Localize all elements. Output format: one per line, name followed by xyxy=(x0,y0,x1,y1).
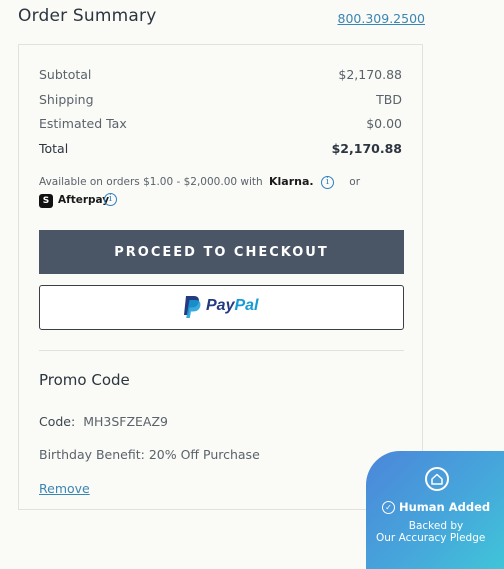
tax-value: $0.00 xyxy=(366,116,402,131)
subtotal-row: Subtotal $2,170.88 xyxy=(39,67,402,85)
subtotal-label: Subtotal xyxy=(39,67,92,82)
total-value: $2,170.88 xyxy=(331,141,402,156)
remove-promo-link[interactable]: Remove xyxy=(39,481,90,496)
paypal-icon xyxy=(184,296,201,318)
tax-label: Estimated Tax xyxy=(39,116,127,131)
badge-subtitle: Backed by xyxy=(408,520,464,532)
order-summary-header: Order Summary 800.309.2500 xyxy=(18,6,425,30)
financing-text: Available on orders $1.00 - $2,000.00 wi… xyxy=(39,176,263,188)
afterpay-info-icon[interactable]: i xyxy=(104,193,117,206)
paypal-wordmark: PayPal xyxy=(206,297,258,315)
shipping-row: Shipping TBD xyxy=(39,92,402,110)
paypal-pal-text: Pal xyxy=(234,297,259,314)
shipping-value: TBD xyxy=(376,92,402,107)
promo-benefit: Birthday Benefit: 20% Off Purchase xyxy=(39,447,260,462)
order-summary-card: Subtotal $2,170.88 Shipping TBD Estimate… xyxy=(18,44,423,510)
tax-row: Estimated Tax $0.00 xyxy=(39,116,402,134)
shipping-label: Shipping xyxy=(39,92,94,107)
divider xyxy=(39,350,404,351)
promo-code-title: Promo Code xyxy=(39,371,130,389)
page-title: Order Summary xyxy=(18,6,157,26)
paypal-button[interactable]: PayPal xyxy=(39,285,404,330)
proceed-to-checkout-button[interactable]: PROCEED TO CHECKOUT xyxy=(39,230,404,274)
klarna-logo: Klarna. xyxy=(269,175,314,188)
promo-code-line: Code: MH3SFZEAZ9 xyxy=(39,414,168,429)
check-icon: ✓ xyxy=(382,501,395,514)
afterpay-label: Afterpay xyxy=(58,194,110,206)
financing-or: or xyxy=(349,176,361,188)
house-icon xyxy=(425,467,449,491)
klarna-info-icon[interactable]: i xyxy=(320,175,334,189)
human-added-badge[interactable]: ✓ Human Added Backed by Our Accuracy Pled… xyxy=(366,451,504,569)
badge-title: ✓ Human Added xyxy=(382,500,490,514)
badge-title-text: Human Added xyxy=(399,500,491,514)
badge-pledge: Our Accuracy Pledge xyxy=(376,532,486,544)
promo-code-label: Code: xyxy=(39,414,76,429)
paypal-pay-text: Pay xyxy=(206,297,235,314)
promo-code-value: MH3SFZEAZ9 xyxy=(83,414,168,429)
total-row: Total $2,170.88 xyxy=(39,141,402,159)
total-label: Total xyxy=(39,141,69,156)
afterpay-logo-icon: S xyxy=(39,194,53,208)
subtotal-value: $2,170.88 xyxy=(338,67,402,82)
financing-info: Available on orders $1.00 - $2,000.00 wi… xyxy=(39,175,409,189)
phone-link[interactable]: 800.309.2500 xyxy=(338,11,425,26)
